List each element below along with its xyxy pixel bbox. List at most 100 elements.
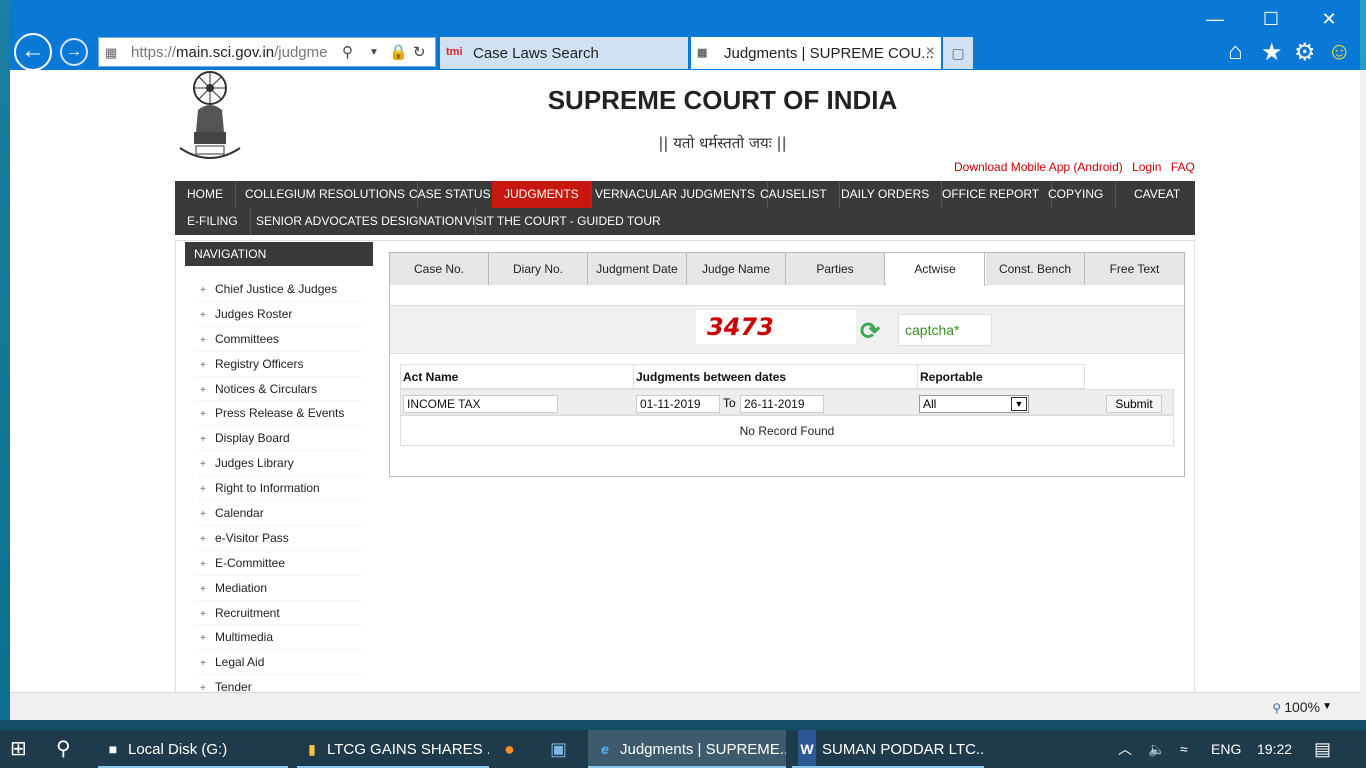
date-from-input[interactable]: 01-11-2019: [636, 395, 720, 413]
nav-vernacular-judgments[interactable]: VERNACULAR JUDGMENTS: [583, 181, 769, 208]
tab-case-no[interactable]: Case No.: [390, 253, 489, 285]
sidebar-item-recruitment[interactable]: + Recruitment: [198, 601, 366, 626]
tab-judgment-date[interactable]: Judgment Date: [588, 253, 687, 285]
to-label: To: [723, 396, 736, 410]
sidebar-heading: NAVIGATION: [185, 242, 373, 266]
tab-judge-name[interactable]: Judge Name: [687, 253, 786, 285]
sidebar-item-e-committee[interactable]: + E-Committee: [198, 551, 366, 576]
address-bar[interactable]: ▦ https://main.sci.gov.in/judgme ⚲ ▼ 🔒 ↻: [98, 37, 436, 67]
sidebar-item-e-visitor-pass[interactable]: + e-Visitor Pass: [198, 526, 366, 551]
close-tab-icon[interactable]: ×: [926, 43, 935, 61]
zoom-dropdown-icon[interactable]: ▼: [1322, 701, 1332, 712]
plus-icon: +: [200, 558, 206, 570]
nav-collegium-resolutions[interactable]: COLLEGIUM RESOLUTIONS: [233, 181, 419, 208]
settings-gear-icon[interactable]: ⚙: [1294, 38, 1316, 67]
taskbar-app-local-disk[interactable]: ■ Local Disk (G:): [98, 730, 288, 768]
captcha-input[interactable]: captcha*: [898, 314, 992, 346]
nav-causelist[interactable]: CAUSELIST: [748, 181, 840, 208]
nav-e-filing[interactable]: E-FILING: [175, 208, 251, 235]
favorites-star-icon[interactable]: ★: [1261, 38, 1283, 67]
sidebar-item-mediation[interactable]: + Mediation: [198, 576, 366, 601]
sidebar-item-press-release-events[interactable]: + Press Release & Events: [198, 401, 366, 427]
nav-copying[interactable]: COPYING: [1036, 181, 1117, 208]
result-message: No Record Found: [400, 415, 1174, 446]
sidebar-item-notices-circulars[interactable]: + Notices & Circulars: [198, 377, 366, 402]
lock-icon[interactable]: 🔒: [389, 43, 408, 61]
sidebar-item-tender[interactable]: + Tender: [198, 675, 366, 692]
date-to-input[interactable]: 26-11-2019: [740, 395, 824, 413]
sidebar-item-judges-library[interactable]: + Judges Library: [198, 451, 366, 477]
maximize-button[interactable]: ☐: [1248, 6, 1294, 32]
sidebar-item-committees[interactable]: + Committees: [198, 327, 366, 352]
chevron-down-icon: ▼: [1011, 397, 1027, 411]
download-app-link[interactable]: Download Mobile App (Android): [954, 160, 1123, 174]
tab-free-text[interactable]: Free Text: [1085, 253, 1184, 285]
nav-caveat[interactable]: CAVEAT: [1122, 181, 1192, 208]
wifi-icon[interactable]: ≈: [1180, 730, 1188, 768]
nav-senior-advocates-designation[interactable]: SENIOR ADVOCATES DESIGNATION: [244, 208, 476, 235]
url-text[interactable]: https://main.sci.gov.in/judgme: [131, 44, 336, 61]
tab-const-bench[interactable]: Const. Bench: [986, 253, 1085, 285]
forward-button[interactable]: →: [60, 38, 88, 66]
sidebar-item-right-to-information[interactable]: + Right to Information: [198, 476, 366, 502]
captcha-refresh-icon[interactable]: ⟳: [860, 317, 880, 346]
home-icon[interactable]: ⌂: [1228, 38, 1243, 66]
tmi-favicon-icon: tmi: [446, 46, 463, 58]
notifications-icon[interactable]: ▤: [1314, 730, 1331, 768]
firefox-icon[interactable]: ●: [504, 730, 532, 768]
refresh-icon[interactable]: ↻: [413, 43, 426, 61]
nav-office-report[interactable]: OFFICE REPORT: [930, 181, 1053, 208]
tab-judgments[interactable]: ▦ Judgments | SUPREME COU... ×: [691, 37, 941, 69]
desktop-background-bottom: [0, 720, 1366, 730]
new-tab-icon: ▢: [951, 45, 965, 61]
feedback-smiley-icon[interactable]: ☺: [1327, 38, 1352, 66]
dropdown-arrow-icon[interactable]: ▼: [369, 47, 379, 58]
search-icon[interactable]: ⚲: [56, 730, 80, 768]
nav-home[interactable]: HOME: [175, 181, 236, 208]
nav-visit-the-court[interactable]: VISIT THE COURT - GUIDED TOUR: [452, 208, 673, 235]
sidebar-item-registry-officers[interactable]: + Registry Officers: [198, 352, 366, 377]
language-indicator[interactable]: ENG: [1211, 730, 1241, 768]
plus-icon: +: [200, 633, 206, 645]
windows-start-icon[interactable]: ⊞: [10, 730, 36, 768]
sidebar-item-judges-roster[interactable]: + Judges Roster: [198, 302, 366, 327]
new-tab-button[interactable]: ▢: [943, 37, 973, 69]
tab-diary-no[interactable]: Diary No.: [489, 253, 588, 285]
tab-case-laws-search[interactable]: tmi Case Laws Search: [440, 37, 688, 69]
plus-icon: +: [200, 509, 206, 521]
sidebar-item-multimedia[interactable]: + Multimedia: [198, 625, 366, 651]
tab-parties[interactable]: Parties: [786, 253, 885, 285]
plus-icon: +: [200, 583, 206, 595]
nav-daily-orders[interactable]: DAILY ORDERS: [829, 181, 943, 208]
login-link[interactable]: Login: [1132, 160, 1161, 174]
snipping-tool-icon[interactable]: ▣: [550, 730, 578, 768]
tab-actwise[interactable]: Actwise: [886, 253, 985, 286]
plus-icon: +: [200, 608, 206, 620]
taskbar-app-ltcg-folder[interactable]: ▮ LTCG GAINS SHARES ...: [297, 730, 489, 768]
tray-chevron-up-icon[interactable]: ︿: [1118, 730, 1132, 768]
act-name-input[interactable]: INCOME TAX: [403, 395, 558, 413]
taskbar-app-judgments[interactable]: e Judgments | SUPREME...: [588, 730, 786, 768]
faq-link[interactable]: FAQ: [1171, 160, 1195, 174]
close-window-button[interactable]: ✕: [1306, 6, 1352, 32]
search-icon[interactable]: ⚲: [342, 43, 353, 61]
plus-icon: +: [200, 285, 206, 296]
zoom-level[interactable]: ⚲ 100%: [1272, 699, 1320, 715]
nav-judgments[interactable]: JUDGMENTS: [492, 181, 592, 208]
speaker-icon[interactable]: 🔈: [1148, 730, 1165, 768]
folder-icon: ▮: [308, 741, 316, 757]
reportable-select[interactable]: All ▼: [919, 395, 1029, 413]
submit-button[interactable]: Submit: [1106, 395, 1162, 413]
back-button[interactable]: ←: [14, 33, 52, 71]
form-input-row: INCOME TAX 01-11-2019 To 26-11-2019 All …: [400, 389, 1174, 415]
sidebar-item-calendar[interactable]: + Calendar: [198, 501, 366, 526]
page-favicon-icon: ▦: [105, 45, 118, 60]
minimize-button[interactable]: —: [1192, 6, 1238, 32]
sidebar-item-chief-justice-judges[interactable]: + Chief Justice & Judges: [198, 277, 366, 302]
vertical-scrollbar[interactable]: [1360, 70, 1366, 720]
nav-case-status[interactable]: CASE STATUS: [397, 181, 504, 208]
sidebar-item-legal-aid[interactable]: + Legal Aid: [198, 650, 366, 676]
sidebar-item-display-board[interactable]: + Display Board: [198, 426, 366, 452]
taskbar-app-word-doc[interactable]: W SUMAN PODDAR LTC...: [792, 730, 984, 768]
clock[interactable]: 19:22: [1257, 730, 1292, 768]
